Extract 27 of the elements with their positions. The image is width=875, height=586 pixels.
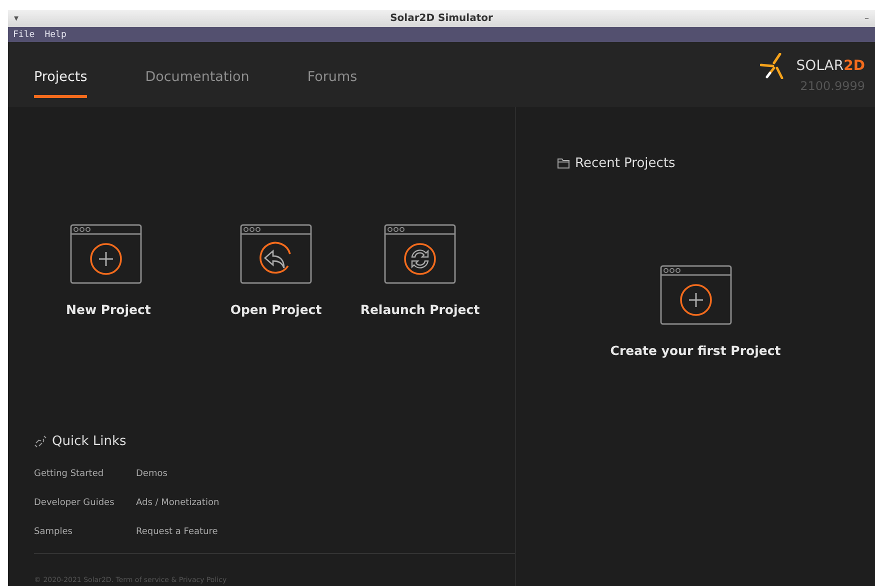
nav-tab[interactable]: Forums	[307, 69, 358, 98]
new-project-icon	[70, 224, 142, 284]
project-action-button[interactable]: New Project	[66, 302, 151, 317]
quick-link[interactable]: Getting Started	[34, 468, 136, 481]
open-project-icon	[240, 224, 312, 284]
folder-icon	[557, 158, 570, 169]
quick-link[interactable]: Demos	[136, 468, 238, 481]
quick-links-heading: Quick Links	[52, 434, 126, 449]
quick-link[interactable]: Request a Feature	[136, 526, 238, 539]
window-menu-button[interactable]: ▾	[14, 14, 19, 24]
create-project-button[interactable]: Create your first Project	[610, 343, 781, 358]
nav-tab[interactable]: Documentation	[145, 69, 250, 98]
project-action-button[interactable]: Open Project	[230, 302, 322, 317]
window-title: Solar2D Simulator	[390, 13, 493, 24]
link-icon	[34, 435, 47, 448]
minimize-button[interactable]: –	[864, 14, 869, 24]
menu-item[interactable]: File	[13, 30, 35, 40]
logo-wordmark: SOLAR2D	[796, 58, 865, 74]
recent-projects-heading: Recent Projects	[575, 156, 676, 171]
project-action-button[interactable]: Relaunch Project	[360, 302, 480, 317]
relaunch-project-icon	[384, 224, 456, 284]
new-project-icon	[660, 265, 732, 325]
quick-link[interactable]: Ads / Monetization	[136, 497, 238, 510]
nav-tab[interactable]: Projects	[34, 69, 88, 98]
menu-item[interactable]: Help	[44, 30, 66, 40]
quick-link[interactable]: Developer Guides	[34, 497, 136, 510]
quick-link[interactable]: Samples	[34, 526, 136, 539]
